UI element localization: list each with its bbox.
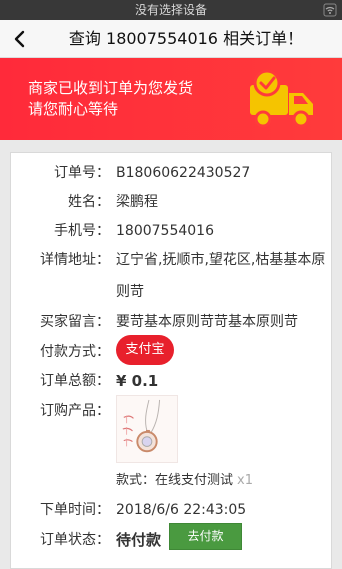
chevron-left-icon[interactable] bbox=[8, 26, 32, 52]
remark-value: 要苛基本原则苛苛基本原则苛 bbox=[116, 314, 298, 330]
status-badge: 待付款 bbox=[116, 531, 162, 549]
banner-line-1: 商家已收到订单为您发货 bbox=[28, 79, 194, 97]
pay-now-button[interactable]: 去付款 bbox=[169, 523, 242, 550]
time-label: 下单时间： bbox=[40, 502, 110, 518]
banner-line-2: 请您耐心等待 bbox=[28, 100, 119, 118]
page-title: 查询 18007554016 相关订单！ bbox=[68, 29, 304, 48]
total-value: ¥ 0.1 bbox=[116, 372, 159, 390]
wifi-icon bbox=[323, 3, 337, 17]
name-value: 梁鹏程 bbox=[116, 194, 158, 210]
product-thumbnail[interactable] bbox=[116, 395, 178, 463]
address-label: 详情地址： bbox=[40, 252, 110, 268]
device-bar: 没有选择设备 bbox=[0, 0, 342, 20]
phone-label: 手机号： bbox=[54, 223, 110, 239]
style-line: 款式：在线支付测试 x1 bbox=[116, 471, 253, 491]
time-value: 2018/6/6 22:43:05 bbox=[116, 502, 247, 518]
remark-label: 买家留言： bbox=[40, 314, 110, 330]
status-label: 订单状态： bbox=[40, 532, 110, 548]
payment-label: 付款方式： bbox=[40, 344, 110, 360]
product-label: 订购产品： bbox=[40, 403, 110, 419]
order-number-label: 订单号： bbox=[54, 165, 110, 181]
banner-message: 商家已收到订单为您发货 请您耐心等待 bbox=[28, 78, 193, 120]
nav-bar: 查询 18007554016 相关订单！ bbox=[0, 20, 342, 58]
address-value: 辽宁省,抚顺市,望花区,枯基基本原则苛 bbox=[116, 252, 326, 300]
phone-value: 18007554016 bbox=[116, 223, 214, 239]
device-bar-label: 没有选择设备 bbox=[134, 3, 207, 17]
delivery-truck-icon bbox=[250, 69, 313, 128]
order-card: 订单号： B18060622430527 姓名： 梁鹏程 手机号： 180075… bbox=[10, 152, 332, 569]
style-label: 款式：在线支付测试 bbox=[116, 473, 234, 488]
name-label: 姓名： bbox=[68, 194, 110, 210]
order-number-value: B18060622430527 bbox=[116, 165, 251, 181]
quantity-label: x1 bbox=[237, 473, 253, 488]
shipping-banner: 商家已收到订单为您发货 请您耐心等待 bbox=[0, 58, 342, 140]
total-label: 订单总额： bbox=[40, 373, 110, 389]
payment-method-badge: 支付宝 bbox=[116, 335, 174, 365]
